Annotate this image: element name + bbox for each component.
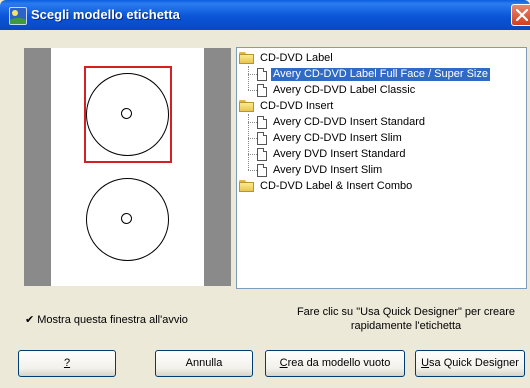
template-preview — [24, 48, 231, 286]
document-icon — [257, 115, 267, 129]
quick-designer-hint: Fare clic su "Usa Quick Designer" per cr… — [296, 306, 516, 332]
tree-folder-cd-dvd-label[interactable]: CD-DVD Label — [239, 50, 335, 66]
tree-item-insert-slim[interactable]: Avery CD-DVD Insert Slim — [257, 130, 404, 146]
folder-icon — [239, 52, 255, 64]
document-icon — [257, 147, 267, 161]
create-blank-button[interactable]: Crea da modello vuoto — [265, 350, 405, 377]
document-icon — [257, 83, 267, 97]
tree-item-dvd-insert-standard[interactable]: Avery DVD Insert Standard — [257, 146, 407, 162]
checkbox-label: Mostra questa finestra all'avvio — [37, 313, 188, 326]
document-icon — [257, 67, 267, 81]
help-button[interactable]: ? — [18, 350, 116, 377]
document-icon — [257, 163, 267, 177]
tree-folder-cd-dvd-insert[interactable]: CD-DVD Insert — [239, 98, 335, 114]
preview-margin-left — [24, 48, 51, 286]
tree-item-label-classic[interactable]: Avery CD-DVD Label Classic — [257, 82, 417, 98]
disc-hole-top — [121, 108, 132, 119]
app-icon — [9, 7, 27, 25]
close-button[interactable] — [511, 4, 530, 26]
disc-hole-bottom — [121, 213, 132, 224]
window-title: Scegli modello etichetta — [31, 7, 180, 22]
cancel-button[interactable]: Annulla — [155, 350, 253, 377]
document-icon — [257, 131, 267, 145]
title-bar: Scegli modello etichetta — [0, 0, 530, 30]
tree-folder-label-insert-combo[interactable]: CD-DVD Label & Insert Combo — [239, 178, 414, 194]
show-at-startup-checkbox[interactable]: ✔ Mostra questa finestra all'avvio — [25, 313, 188, 327]
folder-icon — [239, 180, 255, 192]
tree-item-dvd-insert-slim[interactable]: Avery DVD Insert Slim — [257, 162, 384, 178]
folder-icon — [239, 100, 255, 112]
quick-designer-button[interactable]: Usa Quick Designer — [415, 350, 525, 377]
checkmark-icon: ✔ — [25, 314, 35, 326]
tree-item-insert-standard[interactable]: Avery CD-DVD Insert Standard — [257, 114, 427, 130]
template-tree[interactable]: CD-DVD Label Avery CD-DVD Label Full Fac… — [236, 47, 527, 289]
tree-item-full-face[interactable]: Avery CD-DVD Label Full Face / Super Siz… — [257, 66, 490, 82]
close-icon — [516, 9, 528, 21]
preview-margin-right — [204, 48, 231, 286]
